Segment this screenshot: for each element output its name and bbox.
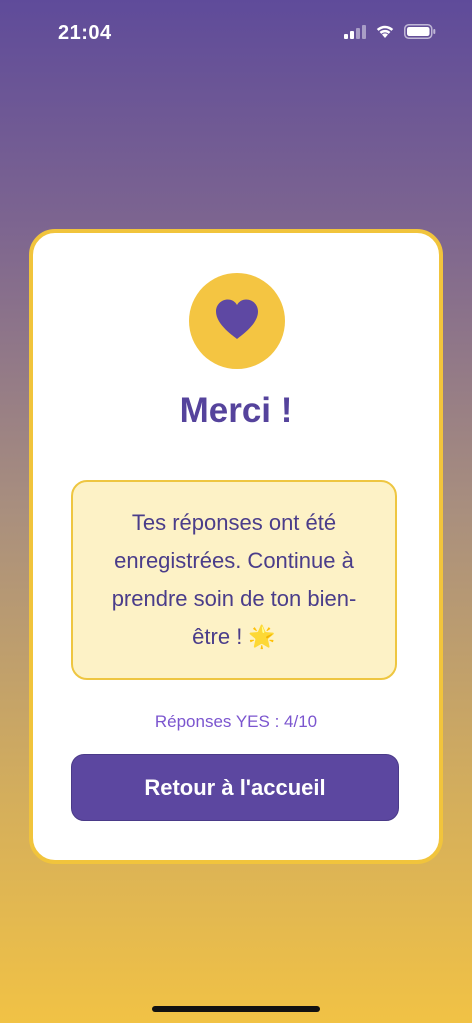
home-indicator — [152, 1006, 320, 1012]
page-title: Merci ! — [179, 391, 293, 430]
battery-icon — [404, 24, 436, 44]
thank-you-card: Merci ! Tes réponses ont été enregistrée… — [29, 229, 443, 864]
yes-responses-stat: Réponses YES : 4/10 — [154, 712, 318, 731]
cellular-signal-icon — [344, 24, 366, 44]
wifi-icon — [375, 24, 395, 44]
status-time: 21:04 — [58, 22, 112, 44]
back-to-home-button[interactable]: Retour à l'accueil — [71, 754, 399, 821]
status-bar: 21:04 — [0, 0, 472, 70]
confirmation-message: Tes réponses ont été enregistrées. Conti… — [111, 510, 357, 649]
heart-badge — [189, 273, 285, 369]
heart-icon — [213, 297, 261, 346]
status-icons — [344, 24, 436, 44]
confirmation-message-box: Tes réponses ont été enregistrées. Conti… — [71, 480, 397, 680]
